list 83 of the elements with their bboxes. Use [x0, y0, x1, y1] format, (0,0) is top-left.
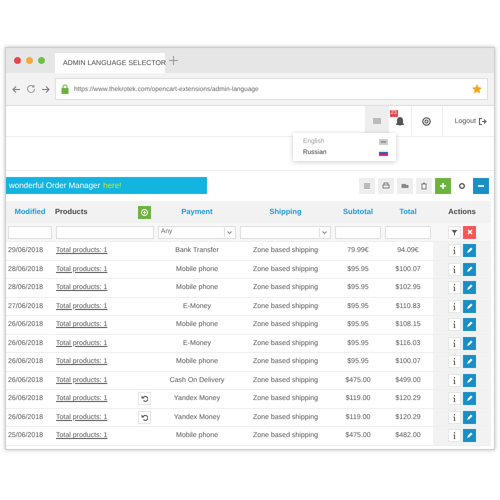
- plus-icon: [439, 182, 447, 190]
- shipping-button[interactable]: [397, 178, 413, 194]
- menu-button[interactable]: [359, 178, 375, 194]
- edit-button[interactable]: [463, 429, 476, 442]
- star-icon[interactable]: [472, 84, 482, 94]
- info-button[interactable]: [448, 281, 461, 294]
- forward-icon[interactable]: [41, 84, 50, 94]
- products-filter-field[interactable]: [56, 226, 154, 238]
- chevron-down-icon: [322, 230, 326, 234]
- info-button[interactable]: [448, 410, 461, 424]
- edit-button[interactable]: [463, 410, 476, 424]
- lifebuoy-icon: [422, 116, 432, 126]
- clear-filter-button[interactable]: [463, 226, 476, 238]
- edit-button[interactable]: [463, 355, 476, 368]
- info-button[interactable]: [448, 355, 461, 368]
- reload-icon[interactable]: [26, 84, 36, 94]
- return-button[interactable]: [138, 410, 150, 424]
- info-icon: [453, 302, 456, 310]
- edit-button[interactable]: [463, 244, 476, 258]
- edit-button[interactable]: [463, 318, 476, 332]
- trash-icon: [420, 182, 428, 190]
- info-button[interactable]: [448, 262, 461, 276]
- info-icon: [453, 432, 456, 440]
- info-icon: [453, 376, 456, 384]
- chevron-down-icon: [226, 230, 232, 234]
- pencil-icon: [466, 247, 473, 254]
- list-icon: [363, 182, 371, 190]
- plus-icon: [140, 208, 148, 216]
- sign-out-icon: [479, 118, 487, 124]
- info-icon: [453, 266, 456, 273]
- info-button[interactable]: [448, 392, 461, 406]
- edit-button[interactable]: [463, 336, 476, 350]
- info-icon: [453, 284, 456, 292]
- edit-button[interactable]: [463, 281, 476, 294]
- pencil-icon: [466, 376, 473, 384]
- edit-button[interactable]: [463, 374, 476, 387]
- info-button[interactable]: [448, 429, 461, 442]
- pencil-icon: [466, 432, 473, 440]
- info-icon: [453, 395, 456, 402]
- subtotal-filter-field[interactable]: [335, 226, 381, 238]
- pencil-icon: [466, 395, 473, 402]
- filter-button[interactable]: [448, 226, 461, 238]
- bell-icon: [396, 116, 404, 126]
- info-button[interactable]: [448, 336, 461, 350]
- date-filter-field[interactable]: [8, 226, 52, 238]
- delete-button[interactable]: [416, 178, 432, 194]
- info-button[interactable]: [448, 244, 461, 258]
- pencil-icon: [466, 302, 473, 310]
- pencil-icon: [466, 321, 473, 328]
- pencil-icon: [466, 358, 473, 366]
- return-button[interactable]: [138, 392, 150, 406]
- print-button[interactable]: [378, 178, 394, 194]
- info-icon: [453, 247, 456, 254]
- filter-icon: [451, 228, 458, 236]
- pencil-icon: [466, 284, 473, 292]
- edit-button[interactable]: [463, 300, 476, 313]
- maximize-window-button[interactable]: [38, 57, 45, 64]
- info-icon: [453, 340, 456, 347]
- pencil-icon: [466, 340, 473, 347]
- pencil-icon: [466, 266, 473, 273]
- add-column-button[interactable]: [138, 206, 150, 218]
- info-icon: [453, 358, 456, 366]
- undo-icon: [140, 414, 148, 421]
- close-window-button[interactable]: [14, 57, 21, 64]
- info-icon: [453, 321, 456, 328]
- print-icon: [382, 182, 390, 190]
- info-button[interactable]: [448, 374, 461, 387]
- new-tab-icon[interactable]: [169, 56, 178, 65]
- close-icon: [466, 229, 472, 235]
- undo-icon: [140, 395, 148, 402]
- language-button[interactable]: [364, 106, 388, 136]
- collapse-button[interactable]: [473, 178, 489, 194]
- info-icon: [453, 414, 456, 421]
- lock-icon: [61, 84, 69, 94]
- info-button[interactable]: [448, 318, 461, 332]
- total-filter-field[interactable]: [385, 226, 431, 238]
- back-icon[interactable]: [12, 84, 21, 94]
- banner-text: wonderful Order Manager: [9, 181, 100, 190]
- edit-button[interactable]: [463, 392, 476, 406]
- pencil-icon: [466, 414, 473, 421]
- settings-icon: [458, 182, 466, 190]
- edit-button[interactable]: [463, 262, 476, 276]
- info-button[interactable]: [448, 300, 461, 313]
